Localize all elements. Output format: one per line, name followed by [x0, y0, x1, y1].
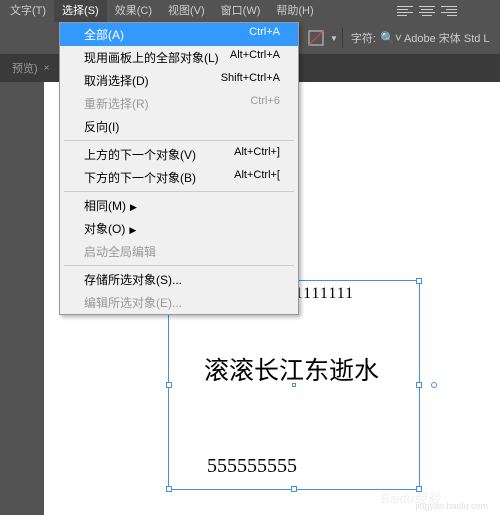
no-color-icon[interactable]	[303, 25, 329, 51]
chevron-right-icon: ▶	[129, 225, 136, 235]
menu-select[interactable]: 选择(S)	[54, 0, 107, 22]
chevron-down-icon[interactable]: ▼	[330, 34, 338, 43]
align-left-icon[interactable]	[394, 1, 416, 21]
toolbox[interactable]	[0, 82, 44, 515]
menu-edit-selection: 编辑所选对象(E)...	[60, 291, 298, 314]
align-right-icon[interactable]	[438, 1, 460, 21]
menu-select-artboard[interactable]: 现用画板上的全部对象(L)Alt+Ctrl+A	[60, 46, 298, 69]
menubar: 文字(T) 选择(S) 效果(C) 视图(V) 窗口(W) 帮助(H)	[0, 0, 500, 22]
text-line-2[interactable]: 滚滚长江东逝水	[204, 351, 379, 387]
align-center-icon[interactable]	[416, 1, 438, 21]
select-menu-dropdown: 全部(A)Ctrl+A 现用画板上的全部对象(L)Alt+Ctrl+A 取消选择…	[59, 22, 299, 315]
handle-mid-left[interactable]	[166, 382, 172, 388]
menu-separator	[64, 191, 294, 192]
menu-deselect[interactable]: 取消选择(D)Shift+Ctrl+A	[60, 69, 298, 92]
side-widget[interactable]	[431, 382, 437, 388]
handle-mid-right[interactable]	[416, 382, 422, 388]
close-icon[interactable]: ×	[44, 63, 50, 74]
menu-next-above[interactable]: 上方的下一个对象(V)Alt+Ctrl+]	[60, 143, 298, 166]
menu-next-below[interactable]: 下方的下一个对象(B)Alt+Ctrl+[	[60, 166, 298, 189]
menu-reselect: 重新选择(R)Ctrl+6	[60, 92, 298, 115]
search-icon: 🔍˅	[380, 31, 402, 45]
center-point[interactable]	[292, 383, 296, 387]
menu-effect[interactable]: 效果(C)	[107, 0, 160, 22]
separator	[342, 28, 343, 48]
menu-save-selection[interactable]: 存储所选对象(S)...	[60, 268, 298, 291]
char-label: 字符:	[351, 30, 376, 46]
document-tab[interactable]: 预览) ×	[6, 60, 56, 76]
watermark-url: jingyan.baidu.com	[415, 501, 488, 511]
menu-window[interactable]: 窗口(W)	[213, 0, 269, 22]
chevron-right-icon: ▶	[130, 202, 137, 212]
menu-text[interactable]: 文字(T)	[2, 0, 54, 22]
font-name: Adobe 宋体 Std L	[404, 30, 490, 46]
menu-select-all[interactable]: 全部(A)Ctrl+A	[60, 23, 298, 46]
text-line-3[interactable]: 555555555	[207, 455, 297, 478]
handle-bot-left[interactable]	[166, 486, 172, 492]
menu-separator	[64, 140, 294, 141]
handle-bot-mid[interactable]	[291, 486, 297, 492]
menu-separator	[64, 265, 294, 266]
menu-help[interactable]: 帮助(H)	[268, 0, 321, 22]
font-combo[interactable]: 🔍˅ Adobe 宋体 Std L	[380, 30, 490, 46]
menu-same[interactable]: 相同(M)▶	[60, 194, 298, 217]
handle-top-right[interactable]	[416, 278, 422, 284]
menu-global-edit: 启动全局编辑	[60, 240, 298, 263]
menu-view[interactable]: 视图(V)	[160, 0, 213, 22]
tab-label: 预览)	[12, 60, 38, 76]
menu-inverse[interactable]: 反向(I)	[60, 115, 298, 138]
menu-object[interactable]: 对象(O)▶	[60, 217, 298, 240]
